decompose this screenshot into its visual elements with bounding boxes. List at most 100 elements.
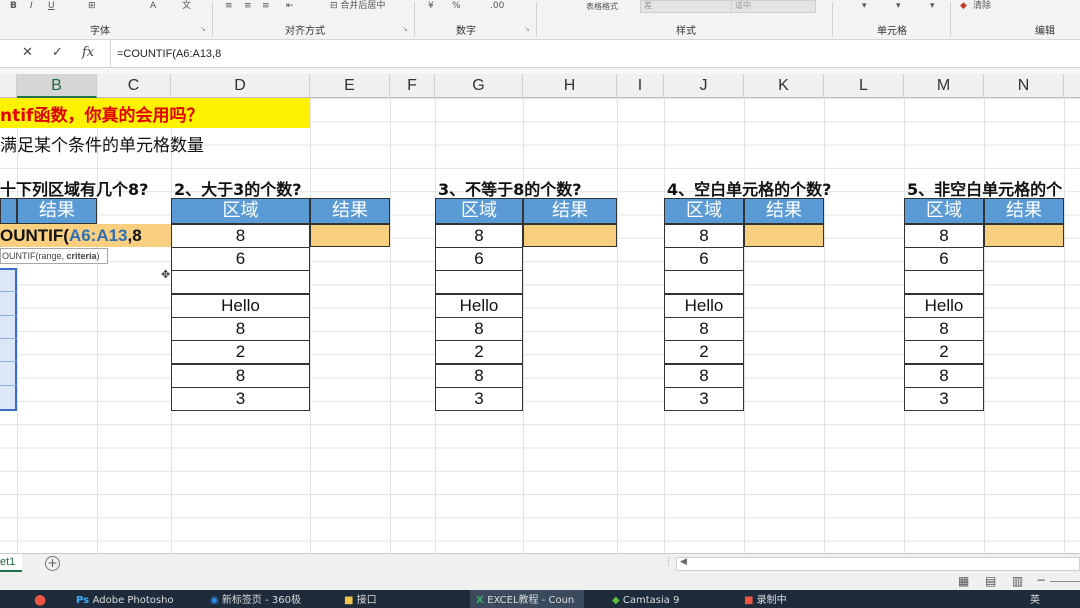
taskbar-item-camtasia[interactable]: ◆ Camtasia 9 — [612, 590, 679, 608]
t5-result-cell[interactable] — [984, 224, 1064, 247]
taskbar-item-folder[interactable]: ■ 接口 — [344, 590, 377, 608]
t4-value[interactable]: 8 — [664, 224, 744, 248]
dialog-launcher-icon[interactable]: ↘ — [524, 25, 530, 33]
t5-value[interactable]: 8 — [904, 364, 984, 388]
align-center-icon[interactable]: ≡ — [244, 2, 252, 11]
t2-value[interactable]: 8 — [171, 317, 310, 341]
t2-value[interactable]: 3 — [171, 387, 310, 411]
t2-value[interactable] — [171, 270, 310, 294]
dialog-launcher-icon[interactable]: ↘ — [402, 25, 408, 33]
tooltip-arg[interactable]: criteria — [67, 251, 97, 261]
bold-icon[interactable]: B — [10, 2, 17, 11]
app-icon[interactable]: ● — [34, 590, 46, 608]
t4-result-cell[interactable] — [744, 224, 824, 247]
t3-value[interactable]: 2 — [435, 340, 523, 364]
column-header-h[interactable]: H — [523, 74, 617, 98]
t3-value[interactable]: 8 — [435, 224, 523, 248]
t4-value[interactable]: 8 — [664, 317, 744, 341]
t3-value[interactable]: Hello — [435, 294, 523, 318]
t2-value[interactable]: 8 — [171, 224, 310, 248]
t4-value[interactable]: 3 — [664, 387, 744, 411]
currency-icon[interactable]: ¥ — [428, 2, 434, 11]
t5-value[interactable]: 8 — [904, 224, 984, 248]
t4-value[interactable]: 6 — [664, 247, 744, 271]
page-layout-icon[interactable]: ▤ — [985, 574, 996, 588]
column-header-m[interactable]: M — [904, 74, 984, 98]
t5-value[interactable]: 3 — [904, 387, 984, 411]
column-header-k[interactable]: K — [744, 74, 824, 98]
column-header-g[interactable]: G — [435, 74, 523, 98]
insert-function-icon[interactable]: fx — [82, 45, 94, 60]
clear-button[interactable]: 清除 — [973, 2, 991, 11]
formula-input[interactable]: =COUNTIF(A6:A13,8 — [110, 40, 1080, 68]
taskbar-item-photoshop[interactable]: Ps Adobe Photosho — [76, 590, 174, 608]
page-break-icon[interactable]: ▥ — [1012, 574, 1023, 588]
enter-icon[interactable]: ✓ — [52, 45, 63, 60]
column-header-a[interactable] — [0, 74, 17, 98]
merge-center-button[interactable]: ⊟ 合并后居中 — [330, 2, 385, 11]
t4-value[interactable]: 2 — [664, 340, 744, 364]
column-header-j[interactable]: J — [664, 74, 744, 98]
font-color-icon[interactable]: A — [150, 2, 156, 11]
t5-value[interactable] — [904, 270, 984, 294]
sheet-tab[interactable]: et1 — [0, 554, 22, 572]
dialog-launcher-icon[interactable]: ↘ — [200, 25, 206, 33]
border-icon[interactable]: ⊞ — [88, 2, 96, 11]
t3-value[interactable]: 8 — [435, 317, 523, 341]
t2-value[interactable]: 6 — [171, 247, 310, 271]
add-sheet-button[interactable]: + — [45, 556, 60, 571]
t3-value[interactable]: 3 — [435, 387, 523, 411]
column-header-n[interactable]: N — [984, 74, 1064, 98]
t5-value[interactable]: Hello — [904, 294, 984, 318]
t5-value[interactable]: 2 — [904, 340, 984, 364]
t5-value[interactable]: 6 — [904, 247, 984, 271]
phonetic-icon[interactable]: 文 — [182, 2, 191, 11]
format-cells-icon[interactable]: ▾ — [930, 2, 935, 11]
taskbar-item-excel[interactable]: X EXCEL教程 - Coun — [470, 590, 585, 608]
percent-icon[interactable]: % — [452, 2, 461, 11]
tab-split-handle[interactable]: ⋮ — [664, 557, 673, 567]
t4-value[interactable] — [664, 270, 744, 294]
t5-value[interactable]: 8 — [904, 317, 984, 341]
normal-view-icon[interactable]: ▦ — [958, 574, 969, 588]
decimal-icon[interactable]: .00 — [490, 2, 504, 11]
insert-cells-icon[interactable]: ▾ — [862, 2, 867, 11]
column-header-d[interactable]: D — [171, 74, 310, 98]
column-header-l[interactable]: L — [824, 74, 904, 98]
align-right-icon[interactable]: ≡ — [262, 2, 270, 11]
taskbar-item-browser[interactable]: ◉ 新标签页 - 360极 — [210, 590, 301, 608]
column-header-f[interactable]: F — [390, 74, 435, 98]
t2-value[interactable]: 2 — [171, 340, 310, 364]
t1-edit-text[interactable]: OUNTIF(A6:A13,8 — [0, 226, 142, 246]
column-header-b[interactable]: B — [17, 74, 97, 98]
horizontal-scrollbar[interactable]: ◀ — [676, 557, 1080, 571]
input-language[interactable]: 英 — [1030, 590, 1040, 608]
t2-value[interactable]: 8 — [171, 364, 310, 388]
column-header-e[interactable]: E — [310, 74, 390, 98]
t4-value[interactable]: 8 — [664, 364, 744, 388]
t3-result-cell[interactable] — [523, 224, 617, 247]
worksheet-grid[interactable]: ntif函数，你真的会用吗？ 满足某个条件的单元格数量 十下列区域有几个8? 2… — [0, 98, 1080, 553]
taskbar-item-recorder[interactable]: ■ 录制中 — [744, 590, 787, 608]
column-header-i[interactable]: I — [617, 74, 664, 98]
t4-value[interactable]: Hello — [664, 294, 744, 318]
eraser-icon[interactable]: ◆ — [960, 2, 967, 11]
delete-cells-icon[interactable]: ▾ — [896, 2, 901, 11]
cancel-icon[interactable]: ✕ — [22, 45, 33, 60]
indent-icon[interactable]: ⇤ — [286, 2, 294, 11]
underline-icon[interactable]: U — [48, 2, 55, 11]
t3-value[interactable]: 6 — [435, 247, 523, 271]
t3-value[interactable] — [435, 270, 523, 294]
table-format-button[interactable]: 表格格式 — [586, 2, 618, 11]
style-bad[interactable]: 差 — [640, 0, 733, 13]
scroll-left-icon[interactable]: ◀ — [680, 557, 687, 567]
style-neutral[interactable]: 适中 — [731, 0, 816, 13]
italic-icon[interactable]: I — [30, 2, 33, 11]
t2-result-cell[interactable] — [310, 224, 390, 247]
t2-value[interactable]: Hello — [171, 294, 310, 318]
zoom-slider[interactable] — [1050, 581, 1080, 582]
t3-value[interactable]: 8 — [435, 364, 523, 388]
column-header-c[interactable]: C — [97, 74, 171, 98]
zoom-out-icon[interactable]: − — [1036, 573, 1046, 587]
align-left-icon[interactable]: ≡ — [225, 2, 233, 11]
